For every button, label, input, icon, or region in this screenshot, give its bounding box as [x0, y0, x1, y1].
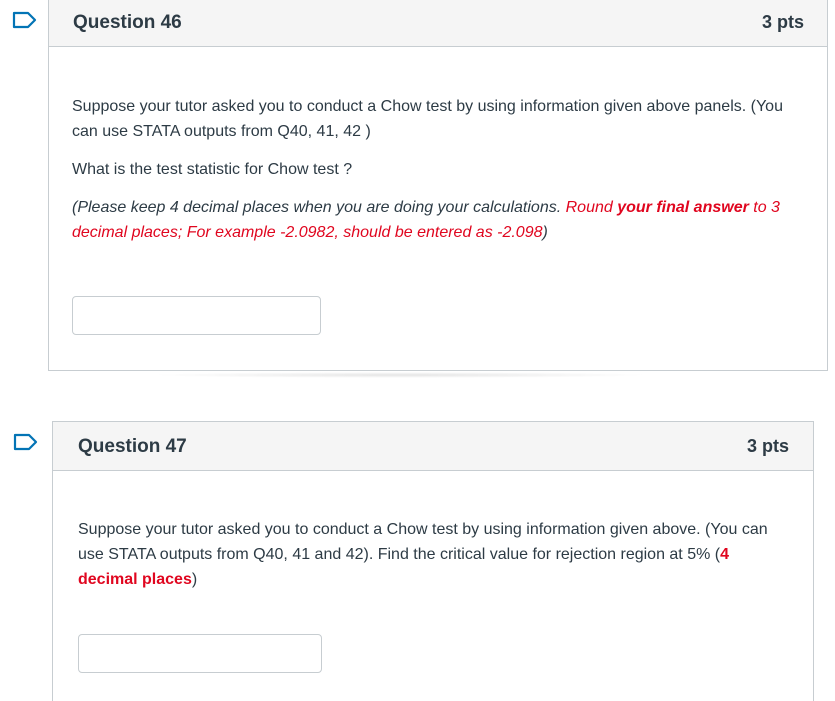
- question-47-prompt: Suppose your tutor asked you to conduct …: [78, 521, 768, 588]
- question-47-answer-input[interactable]: [78, 634, 322, 673]
- question-46-card: Question 46 3 pts Suppose your tutor ask…: [48, 0, 828, 371]
- question-46-header: Question 46 3 pts: [49, 0, 827, 47]
- question-46-prompt: Suppose your tutor asked you to conduct …: [72, 98, 783, 140]
- question-46-body: Suppose your tutor asked you to conduct …: [72, 94, 807, 245]
- question-46-question: What is the test statistic for Chow test…: [72, 161, 353, 178]
- flag-icon[interactable]: [13, 433, 39, 451]
- question-46-title: Question 46: [73, 12, 182, 33]
- question-46-instructions: (Please keep 4 decimal places when you a…: [72, 199, 780, 241]
- question-47-points: 3 pts: [746, 436, 789, 456]
- question-47-card: Question 47 3 pts Suppose your tutor ask…: [52, 421, 814, 701]
- question-47-body: Suppose your tutor asked you to conduct …: [78, 517, 793, 592]
- question-46-answer-input[interactable]: [72, 296, 321, 335]
- card-shadow: [150, 372, 650, 378]
- question-47-title: Question 47: [78, 436, 187, 457]
- question-46-points: 3 pts: [761, 12, 804, 32]
- flag-icon[interactable]: [12, 11, 38, 29]
- question-47-header: Question 47 3 pts: [53, 422, 813, 471]
